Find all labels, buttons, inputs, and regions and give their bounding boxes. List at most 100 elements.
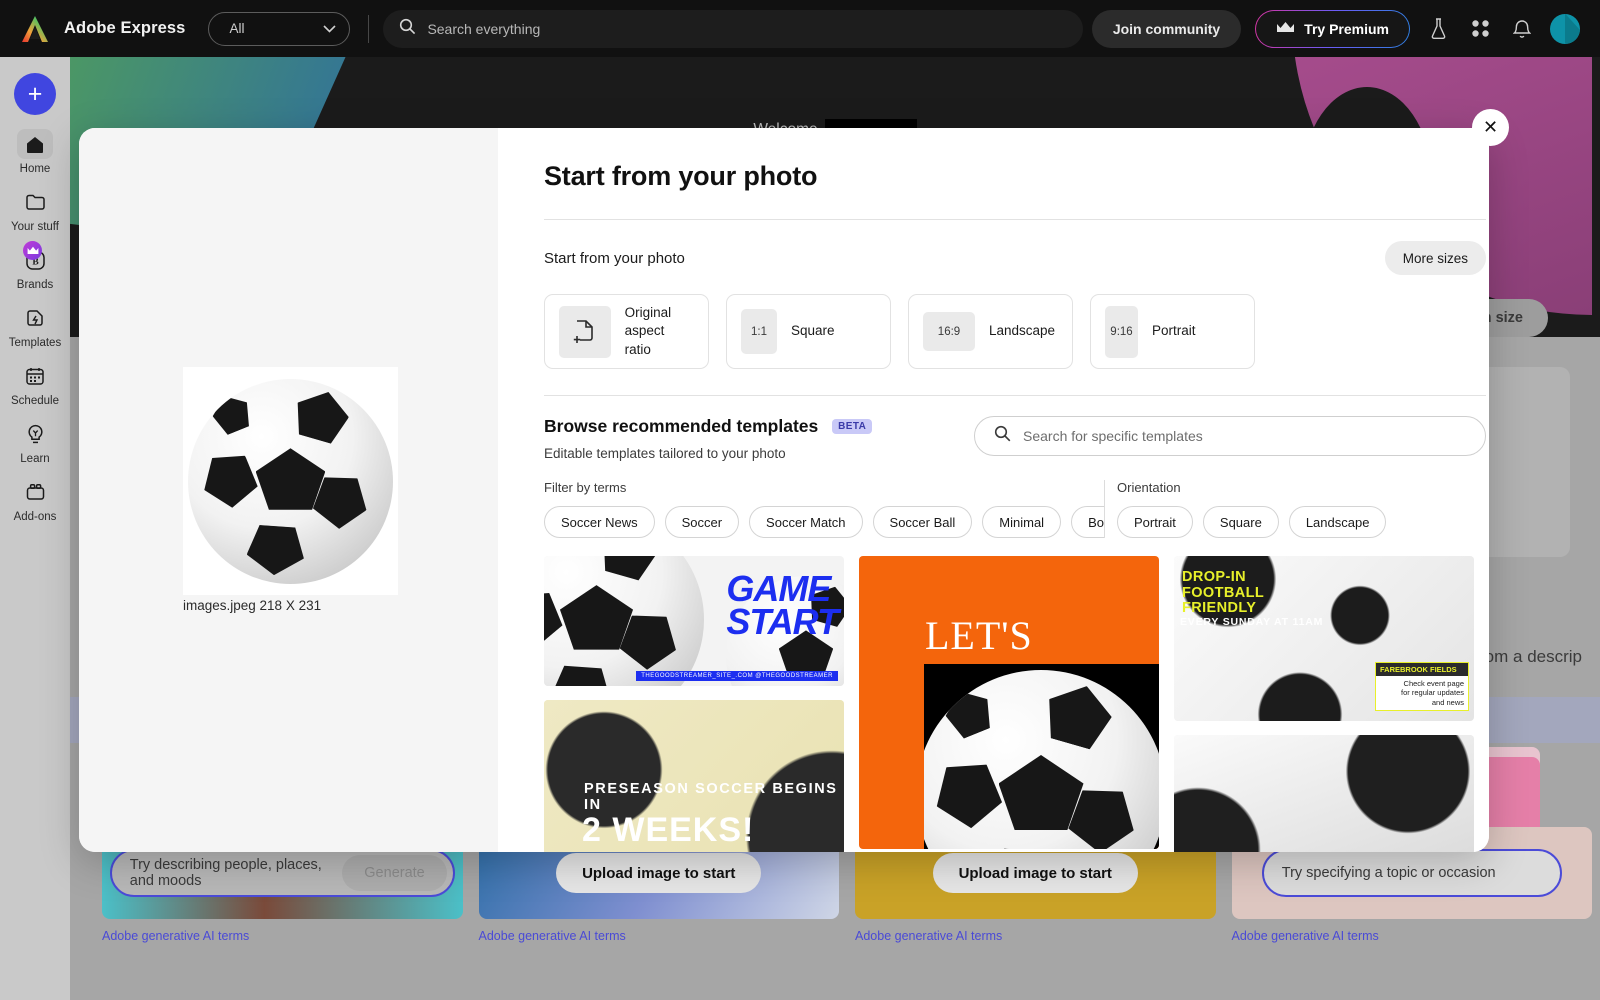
generate-button[interactable]: Generate [342,855,447,891]
close-modal-button[interactable]: ✕ [1472,109,1509,146]
uploaded-photo[interactable] [183,367,398,595]
home-icon [17,129,53,159]
template-headline: DROP-IN FOOTBALL FRIENDLY [1182,569,1265,617]
template-badge: FAREBROOK FIELDS Check event page for reg… [1375,662,1469,712]
start-from-photo-modal: images.jpeg 218 X 231 Start from your ph… [79,128,1489,852]
template-results-grid: GAME START THEGOODSTREAMER_SITE_.COM @TH… [544,556,1489,852]
ai-terms-link[interactable]: Adobe generative AI terms [479,929,840,943]
template-footer-text: THEGOODSTREAMER_SITE_.COM @THEGOODSTREAM… [636,671,838,681]
ratio-option-square[interactable]: 1:1 Square [726,294,891,369]
ratio-option-portrait[interactable]: 9:16 Portrait [1090,294,1255,369]
notifications-icon[interactable] [1508,15,1536,43]
top-navigation-bar: Adobe Express All Search everything Join… [0,0,1600,57]
beaker-icon[interactable] [1424,15,1452,43]
template-headline: LET'S [925,613,1033,658]
template-card-drop-in-football[interactable]: DROP-IN FOOTBALL FRIENDLY EVERY SUNDAY AT … [1174,556,1474,722]
template-search-input[interactable]: Search for specific templates [1023,428,1203,444]
orientation-label: Orientation [1117,480,1181,495]
filter-chip-soccer-news[interactable]: Soccer News [544,506,655,538]
ratio-badge: 16:9 [923,312,975,351]
search-icon [994,425,1011,447]
try-premium-label: Try Premium [1304,20,1389,37]
aspect-ratio-options: Original aspect ratio 1:1 Square 16:9 Lan… [544,294,1489,369]
page-title: Start from your photo [544,161,818,191]
folder-icon [17,187,53,217]
template-background-art [1174,735,1474,852]
template-card-lets[interactable]: LET'S [859,556,1159,849]
soccer-ball-art [544,556,704,686]
ratio-option-landscape[interactable]: 16:9 Landscape [908,294,1073,369]
scope-value: All [229,21,245,36]
filter-chip-soccer-match[interactable]: Soccer Match [749,506,863,538]
search-input[interactable]: Search everything [427,21,540,37]
orientation-chip-square[interactable]: Square [1202,506,1279,538]
filter-chip-soccer-ball[interactable]: Soccer Ball [872,506,973,538]
template-headline: 2 WEEKS! [582,811,755,849]
background-description-text: from a descrip [1474,647,1582,666]
filter-by-terms-group: Filter by terms Soccer News Soccer Socce… [544,480,1104,538]
template-headline: GAME START [726,571,839,640]
sidebar-item-label: Home [19,163,51,175]
template-card-game-start[interactable]: GAME START THEGOODSTREAMER_SITE_.COM @TH… [544,556,844,686]
ai-terms-link[interactable]: Adobe generative AI terms [1232,929,1593,943]
ratio-badge: 1:1 [741,309,777,354]
apps-grid-icon[interactable] [1466,15,1494,43]
ai-terms-link[interactable]: Adobe generative AI terms [102,929,463,943]
search-scope-select[interactable]: All [208,11,351,46]
chevron-down-icon [323,21,337,36]
sidebar-item-schedule[interactable]: Schedule [0,361,70,407]
sidebar-item-home[interactable]: Home [0,129,70,175]
create-new-button[interactable]: + [14,73,56,115]
template-column-2: LET'S [859,556,1159,852]
filter-terms-label: Filter by terms [544,480,627,495]
try-premium-button[interactable]: Try Premium [1255,10,1410,48]
template-subline: PRESEASON SOCCER BEGINS IN [584,781,838,813]
photo-caption: images.jpeg 218 X 231 [183,598,322,613]
ratio-option-label: Portrait [1152,323,1196,339]
join-community-button[interactable]: Join community [1091,9,1242,48]
template-subline: EVERY SUNDAY AT 11AM [1180,616,1324,628]
sidebar-item-templates[interactable]: Templates [0,303,70,349]
filter-chip-minimal[interactable]: Minimal [982,506,1062,538]
browse-templates-header: Browse recommended templates BETA Editab… [544,416,1486,461]
divider [368,14,370,43]
brand-name[interactable]: Adobe Express [64,19,185,38]
orientation-chip-portrait[interactable]: Portrait [1117,506,1193,538]
upload-image-button[interactable]: Upload image to start [932,853,1138,893]
sidebar-item-your-stuff[interactable]: Your stuff [0,187,70,233]
template-card-preseason[interactable]: PRESEASON SOCCER BEGINS IN 2 WEEKS! [544,700,844,852]
ratio-option-original[interactable]: Original aspect ratio [544,294,709,369]
more-sizes-button[interactable]: More sizes [1384,241,1486,275]
sidebar-item-add-ons[interactable]: Add-ons [0,477,70,523]
modal-content: Start from your photo Start from your ph… [498,128,1489,852]
filter-chip-soccer[interactable]: Soccer [664,506,740,538]
premium-crown-badge [23,241,42,260]
ratio-option-label: Original aspect ratio [624,305,672,357]
sizes-header: Start from your photo More sizes [544,241,1486,275]
template-search[interactable]: Search for specific templates [974,416,1486,456]
orientation-group: Orientation Portrait Square Landscape [1117,480,1387,538]
ratio-badge: 9:16 [1105,305,1138,358]
original-ratio-icon [559,305,611,358]
topic-input[interactable]: Try specifying a topic or occasion [1261,849,1562,897]
left-sidebar: + Home Your stuff B Brands Templates Sch… [0,57,70,1000]
filter-chip-bold[interactable]: Bold [1071,506,1104,538]
sidebar-item-label: Add-ons [13,511,57,523]
sidebar-item-label: Brands [16,279,54,291]
topic-placeholder: Try specifying a topic or occasion [1281,865,1496,881]
lightbulb-icon [17,419,53,449]
ratio-option-label: Landscape [989,323,1056,339]
upload-image-button[interactable]: Upload image to start [556,853,762,893]
prompt-placeholder: Try describing people, places, and moods [129,857,322,889]
prompt-input[interactable]: Try describing people, places, and moods… [109,849,455,897]
template-card-ball-closeup[interactable] [1174,735,1474,852]
avatar[interactable] [1550,13,1580,44]
sidebar-item-learn[interactable]: Learn [0,419,70,465]
sidebar-item-label: Learn [20,453,50,465]
adobe-express-logo-icon[interactable] [20,15,50,43]
ai-terms-link[interactable]: Adobe generative AI terms [855,929,1216,943]
orientation-chip-landscape[interactable]: Landscape [1288,506,1387,538]
sidebar-item-brands[interactable]: B Brands [0,241,70,291]
global-search[interactable]: Search everything [383,9,1084,48]
browse-heading-block: Browse recommended templates BETA Editab… [544,416,873,461]
